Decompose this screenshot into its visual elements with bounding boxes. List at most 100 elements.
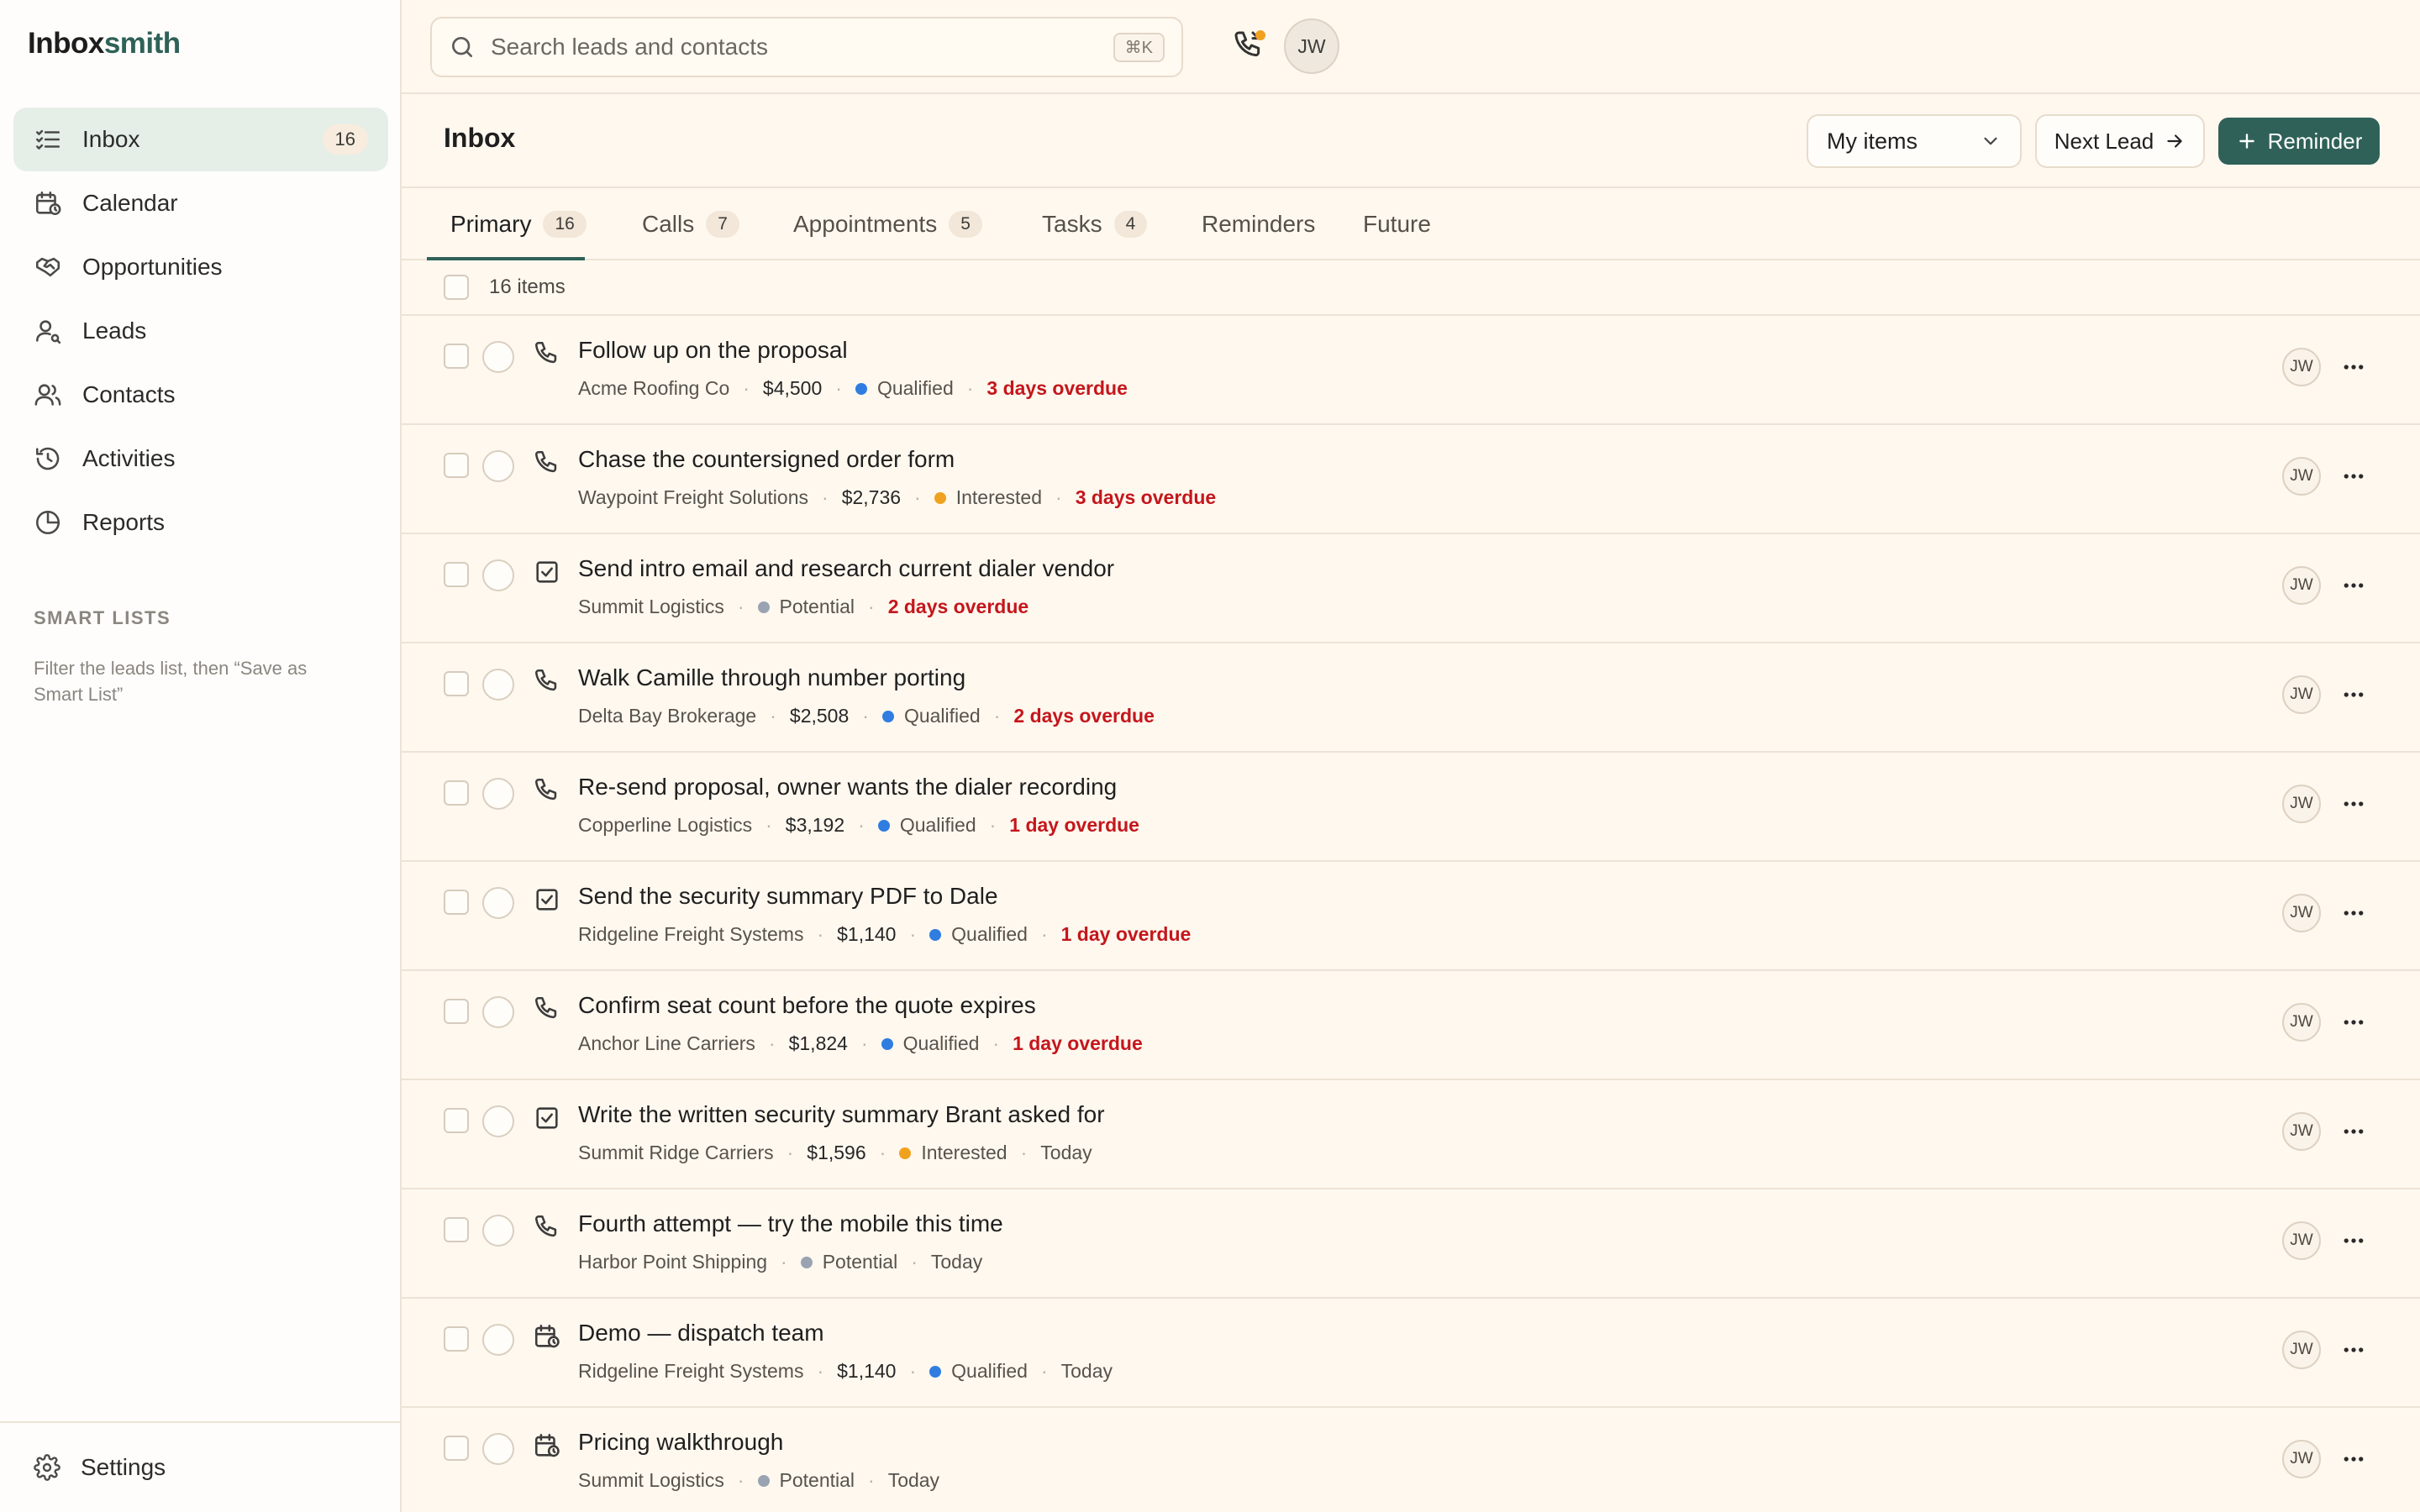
sidebar-item-activities[interactable]: Activities	[13, 427, 388, 491]
list-item[interactable]: Fourth attempt — try the mobile this tim…	[402, 1189, 2420, 1299]
list-item[interactable]: Walk Camille through number porting Delta…	[402, 643, 2420, 753]
owner-avatar[interactable]: JW	[2282, 894, 2321, 932]
more-options-icon[interactable]	[2339, 354, 2368, 380]
more-options-icon[interactable]	[2339, 573, 2368, 598]
owner-avatar[interactable]: JW	[2282, 1440, 2321, 1478]
complete-toggle[interactable]	[482, 341, 514, 373]
list-item[interactable]: Re-send proposal, owner wants the dialer…	[402, 753, 2420, 862]
company-name[interactable]: Summit Logistics	[578, 596, 724, 618]
list-item[interactable]: Confirm seat count before the quote expi…	[402, 971, 2420, 1080]
select-all-checkbox[interactable]	[444, 275, 469, 300]
item-title[interactable]: Walk Camille through number porting	[578, 664, 965, 691]
settings-link[interactable]: Settings	[0, 1421, 400, 1512]
list-item[interactable]: Write the written security summary Brant…	[402, 1080, 2420, 1189]
item-title[interactable]: Re-send proposal, owner wants the dialer…	[578, 774, 1117, 801]
owner-filter-select[interactable]: My items	[1807, 114, 2022, 168]
tab-reminders[interactable]: Reminders	[1202, 188, 1315, 260]
company-name[interactable]: Anchor Line Carriers	[578, 1032, 755, 1055]
tab-tasks[interactable]: Tasks 4	[1042, 188, 1148, 260]
sidebar-item-contacts[interactable]: Contacts	[13, 363, 388, 427]
sidebar-item-leads[interactable]: Leads	[13, 299, 388, 363]
company-name[interactable]: Ridgeline Freight Systems	[578, 923, 803, 946]
item-title[interactable]: Write the written security summary Brant…	[578, 1101, 1105, 1128]
add-reminder-button[interactable]: Reminder	[2218, 118, 2380, 165]
complete-toggle[interactable]	[482, 669, 514, 701]
item-meta: Delta Bay Brokerage · $2,508 · Qualified · 2 d…	[578, 705, 1155, 727]
row-checkbox[interactable]	[444, 671, 469, 696]
sidebar-item-calendar[interactable]: Calendar	[13, 171, 388, 235]
item-title[interactable]: Pricing walkthrough	[578, 1429, 783, 1456]
item-title[interactable]: Confirm seat count before the quote expi…	[578, 992, 1036, 1019]
company-name[interactable]: Waypoint Freight Solutions	[578, 486, 808, 509]
company-name[interactable]: Ridgeline Freight Systems	[578, 1360, 803, 1383]
row-checkbox[interactable]	[444, 453, 469, 478]
complete-toggle[interactable]	[482, 450, 514, 482]
more-options-icon[interactable]	[2339, 1446, 2368, 1472]
complete-toggle[interactable]	[482, 1433, 514, 1465]
tab-appointments[interactable]: Appointments 5	[793, 188, 982, 260]
brand-logo[interactable]: Inboxsmith	[28, 27, 181, 60]
more-options-icon[interactable]	[2339, 1119, 2368, 1144]
more-options-icon[interactable]	[2339, 1228, 2368, 1253]
row-checkbox[interactable]	[444, 890, 469, 915]
item-title[interactable]: Follow up on the proposal	[578, 337, 848, 364]
row-checkbox[interactable]	[444, 344, 469, 369]
sidebar-item-opportunities[interactable]: Opportunities	[13, 235, 388, 299]
row-checkbox[interactable]	[444, 562, 469, 587]
owner-avatar[interactable]: JW	[2282, 348, 2321, 386]
complete-toggle[interactable]	[482, 1324, 514, 1356]
row-checkbox[interactable]	[444, 1108, 469, 1133]
more-options-icon[interactable]	[2339, 464, 2368, 489]
list-item[interactable]: Pricing walkthrough Summit Logistics · Pote…	[402, 1408, 2420, 1512]
row-checkbox[interactable]	[444, 1326, 469, 1352]
company-name[interactable]: Summit Ridge Carriers	[578, 1142, 774, 1164]
complete-toggle[interactable]	[482, 1215, 514, 1247]
complete-toggle[interactable]	[482, 778, 514, 810]
list-item[interactable]: Send intro email and research current di…	[402, 534, 2420, 643]
complete-toggle[interactable]	[482, 559, 514, 591]
row-checkbox[interactable]	[444, 1217, 469, 1242]
row-checkbox[interactable]	[444, 999, 469, 1024]
company-name[interactable]: Summit Logistics	[578, 1469, 724, 1492]
next-lead-button[interactable]: Next Lead	[2035, 114, 2205, 168]
owner-avatar[interactable]: JW	[2282, 1221, 2321, 1260]
row-checkbox[interactable]	[444, 1436, 469, 1461]
tab-primary[interactable]: Primary 16	[450, 188, 587, 260]
list-item[interactable]: Follow up on the proposal Acme Roofing Co…	[402, 316, 2420, 425]
more-options-icon[interactable]	[2339, 1010, 2368, 1035]
list-item[interactable]: Demo — dispatch team Ridgeline Freight Sy…	[402, 1299, 2420, 1408]
company-name[interactable]: Copperline Logistics	[578, 814, 752, 837]
tab-future[interactable]: Future	[1363, 188, 1431, 260]
owner-avatar[interactable]: JW	[2282, 675, 2321, 714]
company-name[interactable]: Delta Bay Brokerage	[578, 705, 756, 727]
tab-calls[interactable]: Calls 7	[642, 188, 739, 260]
sidebar-item-reports[interactable]: Reports	[13, 491, 388, 554]
item-title[interactable]: Demo — dispatch team	[578, 1320, 824, 1347]
list-item[interactable]: Send the security summary PDF to Dale Rid…	[402, 862, 2420, 971]
more-options-icon[interactable]	[2339, 1337, 2368, 1362]
owner-avatar[interactable]: JW	[2282, 1003, 2321, 1042]
company-name[interactable]: Acme Roofing Co	[578, 377, 729, 400]
owner-avatar[interactable]: JW	[2282, 1331, 2321, 1369]
owner-avatar[interactable]: JW	[2282, 1112, 2321, 1151]
owner-avatar[interactable]: JW	[2282, 785, 2321, 823]
company-name[interactable]: Harbor Point Shipping	[578, 1251, 767, 1273]
owner-avatar[interactable]: JW	[2282, 457, 2321, 496]
item-title[interactable]: Send intro email and research current di…	[578, 555, 1114, 582]
item-title[interactable]: Send the security summary PDF to Dale	[578, 883, 998, 910]
item-title[interactable]: Chase the countersigned order form	[578, 446, 955, 473]
meta-separator: ·	[989, 814, 997, 836]
complete-toggle[interactable]	[482, 1105, 514, 1137]
complete-toggle[interactable]	[482, 887, 514, 919]
item-title[interactable]: Fourth attempt — try the mobile this tim…	[578, 1210, 1003, 1237]
owner-avatar[interactable]: JW	[2282, 566, 2321, 605]
search-input[interactable]: Search leads and contacts ⌘K	[430, 17, 1183, 77]
list-item[interactable]: Chase the countersigned order form Waypoi…	[402, 425, 2420, 534]
more-options-icon[interactable]	[2339, 900, 2368, 926]
row-checkbox[interactable]	[444, 780, 469, 806]
more-options-icon[interactable]	[2339, 791, 2368, 816]
complete-toggle[interactable]	[482, 996, 514, 1028]
sidebar-item-inbox[interactable]: Inbox 16	[13, 108, 388, 171]
more-options-icon[interactable]	[2339, 682, 2368, 707]
user-avatar[interactable]: JW	[1284, 18, 1339, 74]
